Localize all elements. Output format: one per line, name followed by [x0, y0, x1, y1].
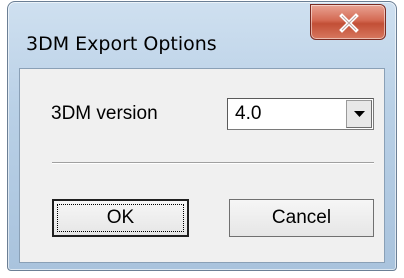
window-title: 3DM Export Options — [26, 33, 217, 55]
ok-button-label: OK — [106, 207, 135, 228]
dialog-body: 3DM version 4.0 OK Cancel — [19, 68, 385, 263]
version-label: 3DM version — [51, 103, 158, 124]
version-dropdown[interactable]: 4.0 — [227, 98, 374, 130]
close-icon — [339, 13, 359, 33]
ok-button[interactable]: OK — [52, 199, 189, 237]
dropdown-button[interactable] — [346, 100, 372, 128]
close-button[interactable] — [310, 4, 386, 40]
separator-line — [52, 162, 374, 164]
version-value: 4.0 — [235, 103, 262, 124]
cancel-button[interactable]: Cancel — [229, 199, 374, 237]
chevron-down-icon — [354, 111, 365, 117]
